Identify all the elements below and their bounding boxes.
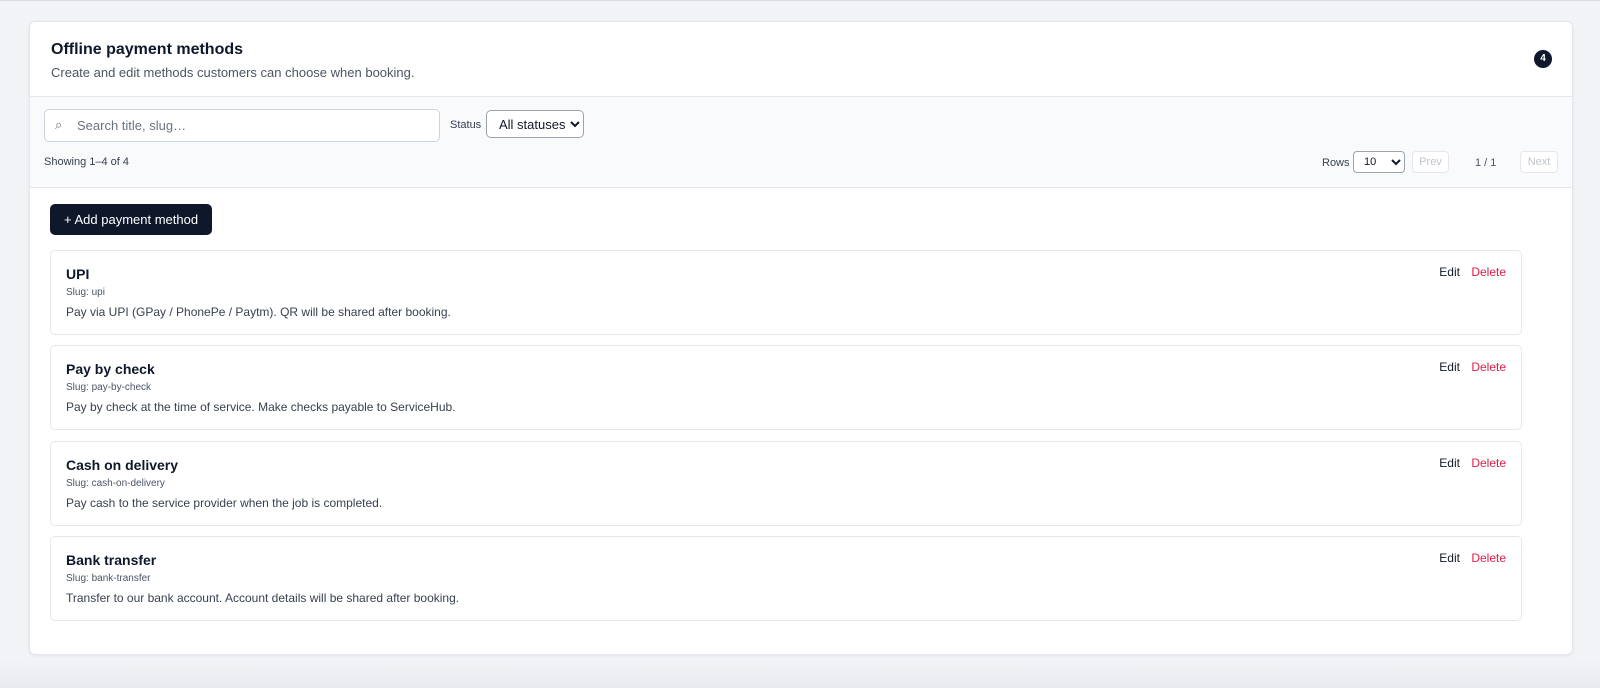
method-title: Pay by check (66, 361, 155, 377)
payment-method-card: Pay by check Slug: pay-by-check Pay by c… (50, 345, 1522, 430)
delete-button[interactable]: Delete (1471, 551, 1506, 565)
count-badge: 4 (1534, 50, 1552, 68)
payment-method-card: Cash on delivery Slug: cash-on-delivery … (50, 441, 1522, 526)
payment-method-card: Bank transfer Slug: bank-transfer Transf… (50, 536, 1522, 621)
next-page-button[interactable]: Next (1520, 151, 1558, 173)
edit-button[interactable]: Edit (1439, 551, 1460, 565)
top-divider (0, 0, 1600, 1)
delete-button[interactable]: Delete (1471, 265, 1506, 279)
delete-button[interactable]: Delete (1471, 360, 1506, 374)
status-label: Status (450, 119, 482, 131)
method-description: Pay by check at the time of service. Mak… (66, 400, 456, 414)
method-slug: Slug: pay-by-check (66, 382, 152, 393)
payment-methods-panel: Offline payment methods Create and edit … (29, 21, 1573, 655)
showing-text: Showing 1–4 of 4 (44, 156, 130, 168)
filter-bar: ⌕ Status All statuses Showing 1–4 of 4 R… (30, 97, 1572, 188)
payment-method-card: UPI Slug: upi Pay via UPI (GPay / PhoneP… (50, 250, 1522, 335)
add-payment-method-button[interactable]: + Add payment method (50, 204, 213, 235)
method-description: Transfer to our bank account. Account de… (66, 591, 460, 605)
search-input[interactable] (75, 110, 435, 141)
panel-header: Offline payment methods Create and edit … (30, 22, 1572, 97)
search-icon: ⌕ (55, 117, 63, 132)
method-title: Bank transfer (66, 552, 157, 568)
prev-page-button[interactable]: Prev (1412, 151, 1449, 173)
rows-label: Rows (1322, 157, 1350, 169)
method-title: Cash on delivery (66, 457, 179, 473)
card-actions: Edit Delete (1439, 265, 1506, 279)
page-indicator: 1 / 1 (1475, 157, 1497, 169)
method-title: UPI (66, 266, 90, 282)
edit-button[interactable]: Edit (1439, 456, 1460, 470)
method-description: Pay cash to the service provider when th… (66, 496, 383, 510)
card-actions: Edit Delete (1439, 551, 1506, 565)
edit-button[interactable]: Edit (1439, 265, 1460, 279)
card-actions: Edit Delete (1439, 456, 1506, 470)
edit-button[interactable]: Edit (1439, 360, 1460, 374)
card-actions: Edit Delete (1439, 360, 1506, 374)
rows-per-page-select[interactable]: 10 (1353, 151, 1405, 173)
page-subtitle: Create and edit methods customers can ch… (51, 65, 415, 80)
status-select[interactable]: All statuses (486, 110, 584, 138)
method-slug: Slug: cash-on-delivery (66, 478, 165, 489)
method-description: Pay via UPI (GPay / PhonePe / Paytm). QR… (66, 305, 451, 319)
search-box[interactable]: ⌕ (44, 109, 440, 142)
method-slug: Slug: upi (66, 287, 105, 298)
method-slug: Slug: bank-transfer (66, 573, 151, 584)
page-footer-fade (0, 658, 1600, 688)
page-title: Offline payment methods (51, 41, 244, 58)
delete-button[interactable]: Delete (1471, 456, 1506, 470)
